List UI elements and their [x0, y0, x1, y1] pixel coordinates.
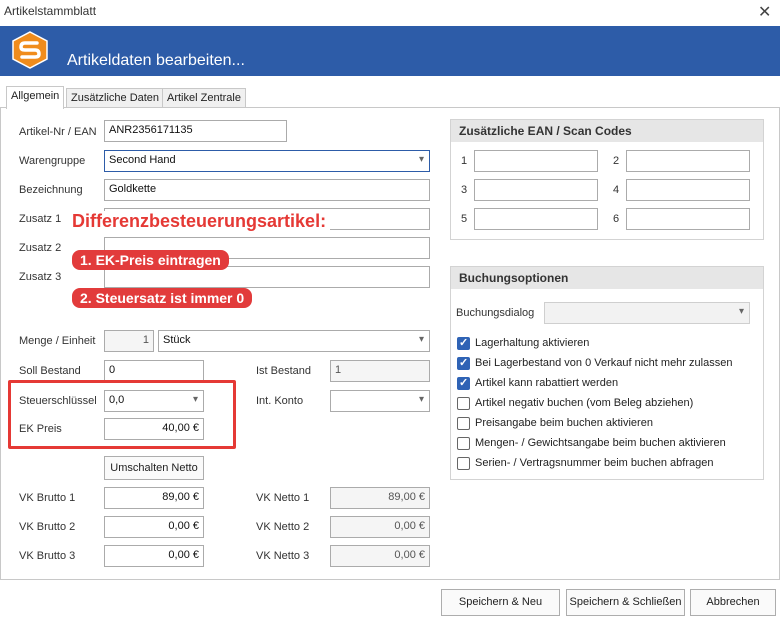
- buchungsdialog-select[interactable]: [544, 302, 750, 324]
- zusatz2-label: Zusatz 2: [19, 242, 62, 254]
- option-label: Mengen- / Gewichtsangabe beim buchen akt…: [475, 437, 726, 449]
- window-titlebar: Artikelstammblatt ✕: [0, 0, 780, 26]
- tab-allgemein[interactable]: Allgemein: [6, 86, 65, 109]
- option-label: Preisangabe beim buchen aktivieren: [475, 417, 653, 429]
- close-icon[interactable]: ✕: [758, 2, 771, 22]
- ean-field-2[interactable]: [626, 150, 750, 172]
- vk-brutto-1-label: VK Brutto 1: [19, 492, 76, 504]
- option-checkbox[interactable]: [457, 336, 470, 350]
- banner-title: Artikeldaten bearbeiten...: [67, 52, 245, 69]
- app-logo-icon: [12, 31, 48, 69]
- buchungsdialog-label: Buchungsdialog: [456, 307, 535, 319]
- save-close-button[interactable]: Speichern & Schließen: [566, 589, 685, 616]
- warengruppe-select[interactable]: Second Hand: [104, 150, 430, 172]
- vk-netto-3-field[interactable]: 0,00 €: [330, 545, 430, 567]
- option-label: Serien- / Vertragsnummer beim buchen abf…: [475, 457, 714, 469]
- ean-field-4[interactable]: [626, 179, 750, 201]
- artnr-label: Artikel-Nr / EAN: [19, 126, 97, 138]
- ean-label-5: 5: [461, 213, 468, 225]
- ean-field-1[interactable]: [474, 150, 598, 172]
- vk-netto-2-field[interactable]: 0,00 €: [330, 516, 430, 538]
- option-label: Artikel kann rabattiert werden: [475, 377, 619, 389]
- tab-artikel-zentrale[interactable]: Artikel Zentrale: [162, 88, 246, 108]
- option-label: Bei Lagerbestand von 0 Verkauf nicht meh…: [475, 357, 733, 369]
- ean-label-1: 1: [461, 155, 468, 167]
- cancel-button[interactable]: Abbrechen: [690, 589, 776, 616]
- umschalten-netto-button[interactable]: Umschalten Netto: [104, 456, 204, 480]
- option-checkbox[interactable]: [457, 397, 470, 410]
- soll-bestand-label: Soll Bestand: [19, 365, 81, 377]
- annotation-step2: 2. Steuersatz ist immer 0: [72, 288, 253, 308]
- save-new-button[interactable]: Speichern & Neu: [441, 589, 560, 616]
- option-checkbox[interactable]: [457, 417, 470, 430]
- zusatz3-label: Zusatz 3: [19, 271, 62, 283]
- int-konto-label: Int. Konto: [256, 395, 304, 407]
- int-konto-select[interactable]: [330, 390, 430, 412]
- option-checkbox[interactable]: [457, 457, 470, 470]
- ean-label-3: 3: [461, 184, 468, 196]
- ean-label-2: 2: [613, 155, 620, 167]
- buchung-group-title: Buchungsoptionen: [451, 267, 763, 289]
- vk-brutto-1-field[interactable]: 89,00 €: [104, 487, 204, 509]
- vk-brutto-2-label: VK Brutto 2: [19, 521, 76, 533]
- window-title: Artikelstammblatt: [4, 4, 97, 18]
- artnr-field[interactable]: ANR2356171135: [104, 120, 287, 142]
- ean-label-6: 6: [613, 213, 620, 225]
- highlight-box: [8, 380, 236, 449]
- option-label: Artikel negativ buchen (vom Beleg abzieh…: [475, 397, 694, 409]
- bezeichnung-field[interactable]: Goldkette: [104, 179, 430, 201]
- option-checkbox[interactable]: [457, 437, 470, 450]
- vk-netto-1-field[interactable]: 89,00 €: [330, 487, 430, 509]
- annotation-step1: 1. EK-Preis eintragen: [72, 250, 229, 270]
- ist-bestand-label: Ist Bestand: [256, 365, 312, 377]
- ean-field-6[interactable]: [626, 208, 750, 230]
- menge-label: Menge / Einheit: [19, 335, 96, 347]
- ean-field-3[interactable]: [474, 179, 598, 201]
- soll-bestand-field[interactable]: 0: [104, 360, 204, 382]
- ean-field-5[interactable]: [474, 208, 598, 230]
- option-checkbox[interactable]: [457, 376, 470, 390]
- vk-netto-2-label: VK Netto 2: [256, 521, 310, 533]
- tab-zusaetzliche-daten[interactable]: Zusätzliche Daten: [66, 88, 165, 108]
- annotation-heading: Differenzbesteuerungsartikel:: [68, 211, 331, 232]
- menge-field[interactable]: 1: [104, 330, 154, 352]
- option-checkbox[interactable]: [457, 356, 470, 370]
- vk-brutto-2-field[interactable]: 0,00 €: [104, 516, 204, 538]
- ean-group-title: Zusätzliche EAN / Scan Codes: [451, 120, 763, 142]
- zusatz1-label: Zusatz 1: [19, 213, 62, 225]
- ist-bestand-field[interactable]: 1: [330, 360, 430, 382]
- einheit-select[interactable]: Stück: [158, 330, 430, 352]
- ean-label-4: 4: [613, 184, 620, 196]
- vk-netto-1-label: VK Netto 1: [256, 492, 310, 504]
- vk-brutto-3-label: VK Brutto 3: [19, 550, 76, 562]
- vk-netto-3-label: VK Netto 3: [256, 550, 310, 562]
- vk-brutto-3-field[interactable]: 0,00 €: [104, 545, 204, 567]
- warengruppe-label: Warengruppe: [19, 155, 86, 167]
- option-label: Lagerhaltung aktivieren: [475, 337, 590, 349]
- bezeichnung-label: Bezeichnung: [19, 184, 83, 196]
